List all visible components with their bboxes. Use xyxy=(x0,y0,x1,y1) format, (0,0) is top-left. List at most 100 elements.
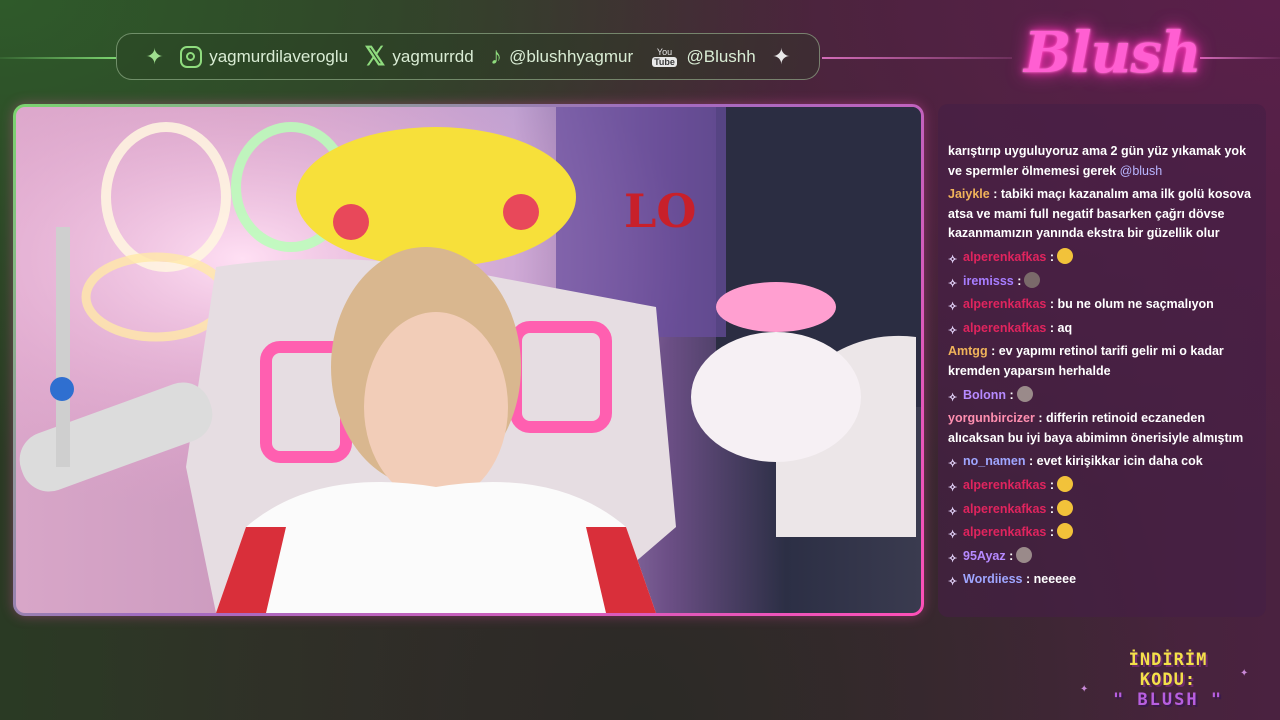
x-icon: 𝕏 xyxy=(364,41,386,71)
chat-username[interactable]: alperenkafkas xyxy=(963,525,1046,539)
badge-icon: ✧ xyxy=(948,505,958,518)
sparkle-icon: ✦ xyxy=(1240,668,1249,679)
badge-icon: ✧ xyxy=(948,458,958,471)
badge-icon: ✧ xyxy=(948,253,958,266)
facepalm-emote xyxy=(1057,475,1074,492)
discount-code: " BLUSH " xyxy=(1112,690,1224,710)
chat-text: : xyxy=(1049,501,1055,516)
chat-username[interactable]: alperenkafkas xyxy=(963,502,1046,516)
decor-line-left xyxy=(0,57,116,59)
chat-username[interactable]: yorgunbircizer xyxy=(948,411,1035,425)
facepalm-emote xyxy=(1057,499,1074,516)
chat-text: : xyxy=(1049,249,1055,264)
badge-icon: ✧ xyxy=(948,277,958,290)
tiktok-handle: @blushhyagmur xyxy=(509,46,634,66)
chat-text: : ev yapımı retinol tarifi gelir mi o ka… xyxy=(948,344,1224,378)
chat-username[interactable]: Wordiiess xyxy=(963,572,1023,586)
face-emote xyxy=(1016,546,1033,563)
love-sculpture: LO xyxy=(624,184,696,238)
x-handle: yagmurrdd xyxy=(392,46,474,66)
chat-username[interactable]: alperenkafkas xyxy=(963,321,1046,335)
chat-text: : tabiki maçı kazanalım ama ilk golü kos… xyxy=(948,187,1251,241)
avatar-emote xyxy=(1024,271,1041,288)
webcam-frame: LO xyxy=(13,104,924,616)
chat-username[interactable]: Jaiykle xyxy=(948,187,990,201)
youtube-icon-bottom: Tube xyxy=(652,56,677,67)
chat-text: : bu ne olum ne saçmalıyon xyxy=(1049,297,1214,312)
chat-username[interactable]: alperenkafkas xyxy=(963,478,1046,492)
pikachu-cheek xyxy=(503,194,539,230)
chat-message: Jaiykle : tabiki maçı kazanalım ama ilk … xyxy=(948,185,1256,244)
chat-message: ✧ alperenkafkas : xyxy=(948,247,1256,268)
chat-panel: karıştırıp uyguluyoruz ama 2 gün yüz yık… xyxy=(938,104,1266,617)
discount-label: İNDİRİM KODU: xyxy=(1128,650,1208,690)
youtube-icon: You Tube xyxy=(649,43,679,71)
social-tiktok[interactable]: ♪ @blushhyagmur xyxy=(490,43,633,71)
social-x[interactable]: 𝕏 yagmurrdd xyxy=(364,41,473,72)
chat-text: : xyxy=(1009,387,1014,402)
chat-message: Amtgg : ev yapımı retinol tarifi gelir m… xyxy=(948,342,1256,381)
pikachu-cheek xyxy=(333,204,369,240)
chat-message: ✧ Bolonn : xyxy=(948,385,1256,406)
youtube-handle: @Blushh xyxy=(686,46,756,66)
chat-text: : xyxy=(1049,525,1055,540)
chat-text: : evet kirişikkar icin daha cok xyxy=(1029,454,1203,469)
chat-username[interactable]: 95Ayaz xyxy=(963,549,1006,563)
chat-message: ✧ no_namen : evet kirişikkar icin daha co… xyxy=(948,452,1256,472)
facepalm-emote xyxy=(1057,523,1074,540)
sparkle-icon: ✦ xyxy=(145,43,164,69)
sparkle-icon: ✦ xyxy=(772,43,791,69)
badge-icon: ✧ xyxy=(948,391,958,404)
decor-line-right xyxy=(822,57,1012,59)
webcam-feed: LO xyxy=(16,107,921,613)
chat-text: : xyxy=(1017,273,1022,288)
unicorn-mane xyxy=(716,282,836,332)
chat-message: ✧ alperenkafkas : xyxy=(948,523,1256,543)
youtube-icon-top: You xyxy=(656,46,673,57)
mic-arm xyxy=(56,227,70,467)
chat-message: yorgunbircizer : differin retinoid eczan… xyxy=(948,409,1256,448)
social-links-bar: ✦ yagmurdilaveroglu 𝕏 yagmurrdd ♪ @blush… xyxy=(116,33,820,80)
pikachu-plush xyxy=(296,127,576,267)
webcam-scene: LO xyxy=(16,107,921,613)
chat-username[interactable]: Amtgg xyxy=(948,344,988,358)
badge-icon: ✧ xyxy=(948,481,958,494)
unicorn-plush xyxy=(691,332,861,462)
chat-mention[interactable]: @blush xyxy=(1120,164,1163,178)
chat-username[interactable]: alperenkafkas xyxy=(963,250,1046,264)
chat-message: ✧ alperenkafkas : bu ne olum ne saçmalıyo… xyxy=(948,295,1256,315)
tiktok-icon: ♪ xyxy=(490,42,503,70)
badge-icon: ✧ xyxy=(948,576,958,589)
chat-message: karıştırıp uyguluyoruz ama 2 gün yüz yık… xyxy=(948,142,1256,181)
chat-message: ✧ alperenkafkas : xyxy=(948,499,1256,520)
badge-icon: ✧ xyxy=(948,552,958,565)
blush-logo: Blush xyxy=(1024,20,1202,86)
instagram-handle: yagmurdilaveroglu xyxy=(209,46,349,66)
badge-icon: ✧ xyxy=(948,529,958,542)
chat-message: ✧ Wordiiess : neeeee xyxy=(948,570,1256,590)
badge-icon: ✧ xyxy=(948,301,958,314)
chat-message: ✧ alperenkafkas : aq xyxy=(948,319,1256,339)
social-youtube[interactable]: You Tube @Blushh xyxy=(649,43,756,71)
evil-eye-charm xyxy=(50,377,74,401)
facepalm-emote xyxy=(1057,247,1074,264)
chat-text: karıştırıp uyguluyoruz ama 2 gün yüz yık… xyxy=(948,144,1247,178)
chat-text: : aq xyxy=(1049,320,1073,335)
badge-icon: ✧ xyxy=(948,324,958,337)
face-emote xyxy=(1016,385,1033,402)
chat-text: : xyxy=(1009,548,1014,563)
instagram-icon xyxy=(180,45,203,68)
sparkle-icon: ✦ xyxy=(1080,684,1089,695)
chat-username[interactable]: no_namen xyxy=(963,454,1026,468)
chat-username[interactable]: Bolonn xyxy=(963,388,1006,402)
chat-text: : xyxy=(1049,477,1055,492)
chat-message: ✧ 95Ayaz : xyxy=(948,546,1256,567)
discount-code-banner: İNDİRİM KODU: " BLUSH " xyxy=(1098,650,1238,710)
face xyxy=(364,312,508,502)
social-instagram[interactable]: yagmurdilaveroglu xyxy=(180,45,349,68)
decor-line-far-right xyxy=(1200,57,1280,59)
chat-text: : neeeee xyxy=(1026,572,1077,587)
chat-username[interactable]: iremisss xyxy=(963,274,1014,288)
chat-username[interactable]: alperenkafkas xyxy=(963,297,1046,311)
chat-message: ✧ alperenkafkas : xyxy=(948,475,1256,496)
